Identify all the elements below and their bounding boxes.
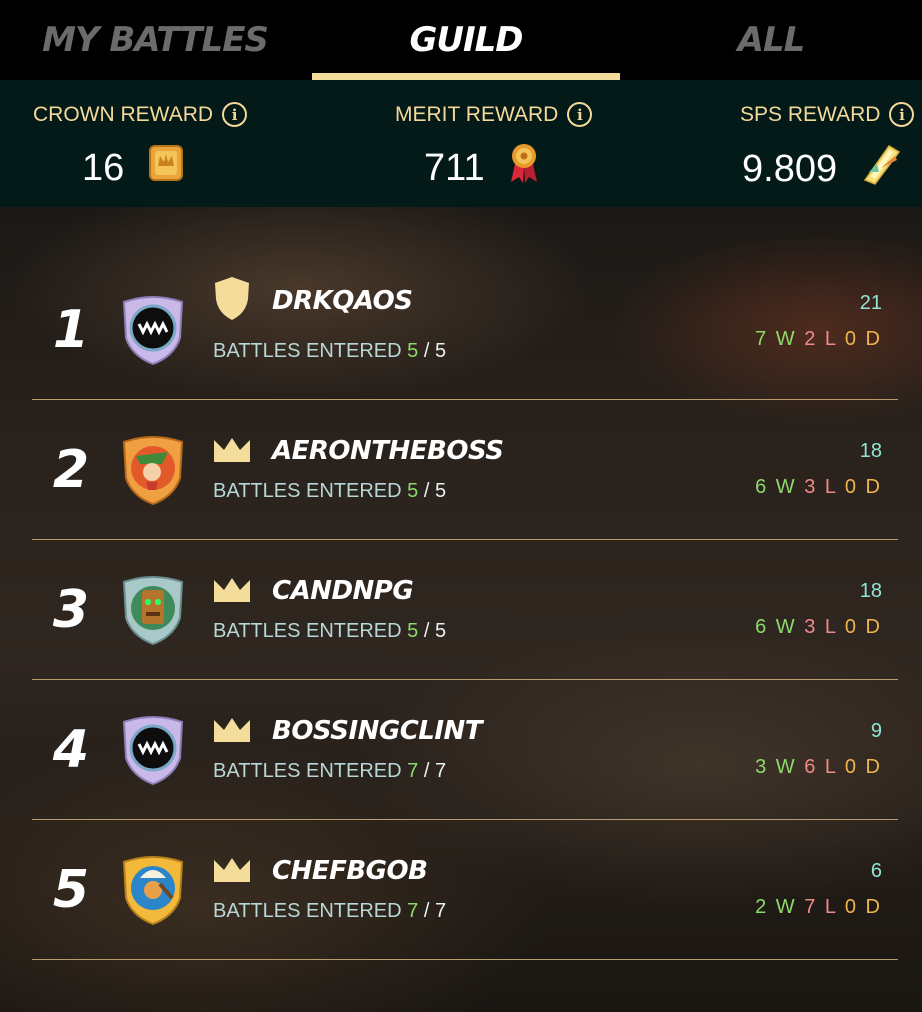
sps-reward-label: SPS REWARD <box>740 102 881 126</box>
crown-icon <box>212 716 252 760</box>
wins-count: 6 <box>755 616 769 638</box>
draws-count: 0 <box>844 476 858 498</box>
win-loss-record: 2 W 7 L 0 D <box>755 896 882 918</box>
battles-total: 7 <box>434 900 447 922</box>
player-score: 6 <box>870 860 882 882</box>
merit-reward-value: 711 <box>424 146 485 189</box>
rank-number: 3 <box>52 580 90 640</box>
crown-icon <box>212 436 252 480</box>
battles-entered: BATTLES ENTERED 5 / 5 <box>213 340 447 362</box>
fanged-mouth-avatar <box>118 294 188 366</box>
battles-total: 5 <box>434 480 447 502</box>
sps-reward-value: 9.809 <box>742 147 838 190</box>
battles-entered: BATTLES ENTERED 5 / 5 <box>213 480 447 502</box>
battles-total: 7 <box>434 760 447 782</box>
leaderboard-row[interactable]: 5 CHEFBGOB BATTLES ENTERED 7 / 7 6 2 W 7… <box>32 820 898 960</box>
tab-bar: MY BATTLES GUILD ALL <box>0 0 922 80</box>
tiki-totem-avatar <box>118 574 188 646</box>
info-icon[interactable]: i <box>222 102 248 127</box>
crown-icon <box>212 856 252 900</box>
battles-done: 5 <box>407 620 419 642</box>
crown-reward-label: CROWN REWARD <box>33 102 214 126</box>
player-score: 18 <box>859 580 882 602</box>
losses-count: 3 <box>804 476 818 498</box>
wins-count: 6 <box>755 476 769 498</box>
win-loss-record: 3 W 6 L 0 D <box>755 756 882 778</box>
crown-token-icon <box>146 142 186 194</box>
draws-count: 0 <box>844 896 858 918</box>
goblin-chef-avatar <box>118 854 188 926</box>
tab-all[interactable]: ALL <box>620 0 922 80</box>
battles-entered: BATTLES ENTERED 7 / 7 <box>213 900 447 922</box>
battles-entered-label: BATTLES ENTERED <box>213 760 402 782</box>
losses-count: 2 <box>804 328 818 350</box>
rank-number: 1 <box>52 300 90 360</box>
draws-count: 0 <box>844 616 858 638</box>
wins-count: 3 <box>755 756 769 778</box>
battles-done: 7 <box>407 760 419 782</box>
battles-entered-label: BATTLES ENTERED <box>213 620 402 642</box>
battles-entered-label: BATTLES ENTERED <box>213 480 402 502</box>
merit-reward: MERIT REWARD i 711 <box>300 80 620 207</box>
battles-total: 5 <box>434 340 447 362</box>
leaderboard-row[interactable]: 1 DRKQAOS BATTLES ENTERED 5 / 5 21 7 W 2… <box>32 260 898 400</box>
active-tab-indicator <box>312 73 620 80</box>
losses-count: 3 <box>804 616 818 638</box>
merit-reward-label: MERIT REWARD <box>395 102 559 126</box>
losses-count: 6 <box>804 756 818 778</box>
sps-reward: SPS REWARD i 9.809 <box>620 80 922 207</box>
battles-done: 5 <box>407 480 419 502</box>
leaderboard-row[interactable]: 4 BOSSINGCLINT BATTLES ENTERED 7 / 7 9 3… <box>32 680 898 820</box>
player-name[interactable]: BOSSINGCLINT <box>272 716 483 746</box>
player-name[interactable]: AERONTHEBOSS <box>272 436 504 466</box>
crown-reward-value: 16 <box>82 146 125 189</box>
rewards-bar: CROWN REWARD i 16 MERIT REWARD i 711 SPS… <box>0 80 922 207</box>
leaderboard-row[interactable]: 2 AERONTHEBOSS BATTLES ENTERED 5 / 5 18 … <box>32 400 898 540</box>
win-loss-record: 6 W 3 L 0 D <box>755 476 882 498</box>
player-name[interactable]: CANDNPG <box>272 576 414 606</box>
sps-crystal-icon <box>859 142 903 196</box>
crown-reward: CROWN REWARD i 16 <box>0 80 300 207</box>
battles-entered: BATTLES ENTERED 7 / 7 <box>213 760 447 782</box>
shield-icon <box>212 275 252 320</box>
merit-medal-icon <box>507 142 541 194</box>
player-score: 9 <box>870 720 882 742</box>
rank-number: 4 <box>52 720 90 780</box>
battles-total: 5 <box>434 620 447 642</box>
info-icon[interactable]: i <box>567 102 593 127</box>
fanged-mouth-avatar <box>118 714 188 786</box>
player-score: 21 <box>859 292 882 314</box>
tab-guild[interactable]: GUILD <box>312 0 620 80</box>
wins-count: 2 <box>755 896 769 918</box>
win-loss-record: 6 W 3 L 0 D <box>755 616 882 638</box>
elf-archer-avatar <box>118 434 188 506</box>
battles-done: 7 <box>407 900 419 922</box>
losses-count: 7 <box>804 896 818 918</box>
player-name[interactable]: CHEFBGOB <box>272 856 428 886</box>
wins-count: 7 <box>755 328 769 350</box>
tab-my-battles[interactable]: MY BATTLES <box>0 0 310 80</box>
crown-icon <box>212 576 252 620</box>
battles-done: 5 <box>407 340 419 362</box>
battles-entered-label: BATTLES ENTERED <box>213 340 402 362</box>
rank-number: 2 <box>52 440 90 500</box>
battles-entered-label: BATTLES ENTERED <box>213 900 402 922</box>
draws-count: 0 <box>844 756 858 778</box>
leaderboard-row[interactable]: 3 CANDNPG BATTLES ENTERED 5 / 5 18 6 W 3… <box>32 540 898 680</box>
info-icon[interactable]: i <box>889 102 915 127</box>
rank-number: 5 <box>52 860 90 920</box>
row-divider <box>32 959 898 960</box>
draws-count: 0 <box>844 328 858 350</box>
battles-entered: BATTLES ENTERED 5 / 5 <box>213 620 447 642</box>
player-score: 18 <box>859 440 882 462</box>
player-name[interactable]: DRKQAOS <box>272 286 413 316</box>
win-loss-record: 7 W 2 L 0 D <box>755 328 882 350</box>
